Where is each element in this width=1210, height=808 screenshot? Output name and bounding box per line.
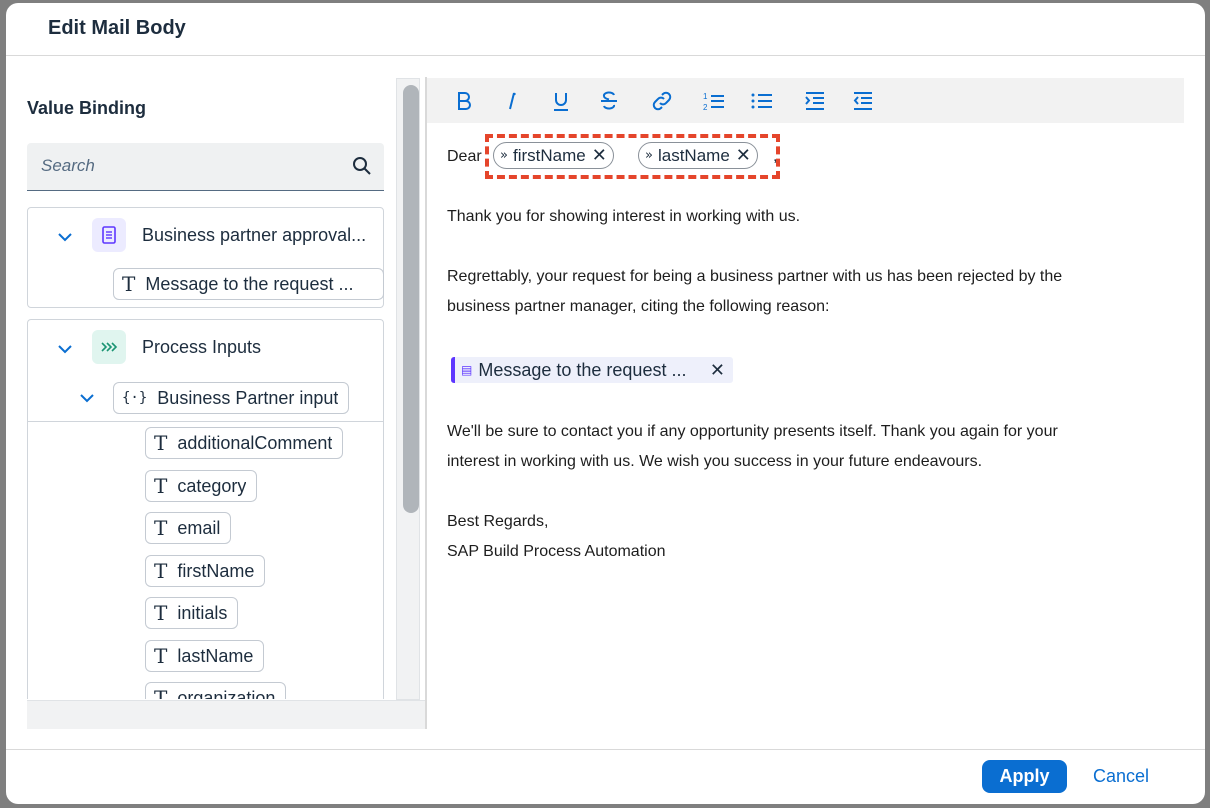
text-type-icon: T [154, 644, 168, 668]
chevron-down-icon[interactable] [56, 340, 74, 358]
text-type-icon: T [154, 474, 168, 498]
bullet-list-icon[interactable] [749, 88, 775, 114]
field-chip-label: initials [177, 602, 228, 623]
paragraph: Regrettably, your request for being a bu… [447, 268, 1063, 285]
bold-icon[interactable] [451, 88, 477, 114]
value-binding-panel: Value Binding Business partner approval.… [6, 57, 427, 729]
greeting-text: Dear [447, 148, 482, 165]
numbered-list-icon[interactable]: 12 [701, 88, 727, 114]
field-chip-label: category [177, 475, 247, 496]
paragraph: business partner manager, citing the fol… [447, 298, 830, 315]
text-type-icon: T [122, 272, 136, 296]
structure-chip-label: Business Partner input [157, 387, 339, 408]
paragraph: Thank you for showing interest in workin… [447, 208, 801, 225]
field-chip-label: organization [177, 687, 276, 700]
field-chip-label: firstName [177, 560, 255, 581]
text-type-icon: T [154, 559, 168, 583]
text-type-icon: T [154, 686, 168, 699]
search-icon[interactable] [352, 156, 372, 176]
edit-mail-body-dialog: Edit Mail Body Value Binding Business pa… [6, 3, 1205, 804]
dialog-footer: Apply Cancel [6, 749, 1205, 804]
field-chip[interactable]: TadditionalComment [145, 427, 344, 459]
field-chip[interactable]: Tcategory [145, 470, 258, 502]
field-chip[interactable]: Torganization [145, 682, 287, 700]
variable-token-message[interactable]: ▤ Message to the request ... ✕ [451, 357, 733, 383]
field-chip[interactable]: Temail [145, 512, 232, 544]
tree-node-label[interactable]: Process Inputs [142, 337, 261, 358]
highlight-box [485, 134, 780, 179]
field-chip-label: additionalComment [177, 432, 333, 453]
tree-node-label[interactable]: Business partner approval... [142, 225, 378, 246]
underline-icon[interactable] [548, 88, 574, 114]
field-chip-label: lastName [177, 645, 254, 666]
structure-chip-business-partner-input[interactable]: {·} Business Partner input [113, 382, 350, 414]
token-label: Message to the request ... [478, 359, 687, 380]
field-chip-label: email [177, 517, 221, 538]
field-chip[interactable]: TfirstName [145, 555, 266, 587]
paragraph: We'll be sure to contact you if any oppo… [447, 423, 1058, 440]
signature-line: Best Regards, [447, 513, 549, 530]
field-chip[interactable]: TlastName [145, 640, 265, 672]
scrollbar-thumb[interactable] [403, 85, 419, 513]
italic-icon[interactable] [499, 88, 525, 114]
signature-line: SAP Build Process Automation [447, 543, 666, 560]
text-type-icon: T [154, 601, 168, 625]
panel-divider [425, 77, 427, 729]
chevron-down-icon[interactable] [56, 228, 74, 246]
indent-icon[interactable] [802, 88, 828, 114]
tree-group-process-inputs: Process Inputs {·} Business Partner inpu… [27, 319, 384, 699]
divider [28, 421, 383, 422]
svg-text:1: 1 [703, 92, 708, 101]
field-chip[interactable]: Tinitials [145, 597, 239, 629]
dialog-header: Edit Mail Body [6, 3, 1205, 56]
dialog-title: Edit Mail Body [48, 17, 186, 39]
text-type-icon: T [154, 431, 168, 455]
process-inputs-icon [92, 330, 126, 364]
apply-button[interactable]: Apply [982, 760, 1067, 793]
formatting-toolbar: 12 [427, 78, 1184, 123]
form-icon: ▤ [461, 363, 473, 377]
tree-group-business-partner-approval: Business partner approval... T Message t… [27, 207, 384, 308]
field-chip-message[interactable]: T Message to the request ... [113, 268, 384, 300]
field-chip-label: Message to the request ... [145, 273, 354, 294]
cancel-button[interactable]: Cancel [1081, 760, 1161, 793]
svg-text:2: 2 [703, 103, 708, 112]
link-icon[interactable] [649, 88, 675, 114]
text-type-icon: T [154, 516, 168, 540]
value-binding-title: Value Binding [27, 98, 147, 118]
search-field[interactable] [27, 143, 384, 191]
strikethrough-icon[interactable] [596, 88, 622, 114]
search-input[interactable] [27, 143, 347, 189]
horizontal-scroll-area [27, 700, 427, 729]
chevron-down-icon[interactable] [78, 389, 96, 407]
form-icon [92, 218, 126, 252]
remove-token-icon[interactable]: ✕ [710, 360, 725, 381]
outdent-icon[interactable] [850, 88, 876, 114]
structure-icon: {·} [122, 390, 148, 406]
paragraph: interest in working with us. We wish you… [447, 453, 983, 470]
